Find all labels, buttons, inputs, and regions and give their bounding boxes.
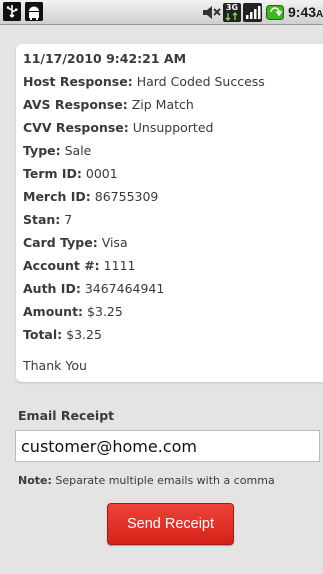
clock: 9:43AM bbox=[288, 4, 323, 20]
receipt-row-type: Type: Sale bbox=[23, 143, 91, 159]
clock-ampm: AM bbox=[316, 9, 323, 20]
mute-icon bbox=[201, 4, 221, 21]
field-value: Sale bbox=[64, 143, 92, 158]
field-value: Zip Match bbox=[131, 97, 194, 112]
field-label: Auth ID: bbox=[23, 281, 81, 296]
usb-icon bbox=[3, 2, 21, 21]
receipt-row-term-id: Term ID: 0001 bbox=[23, 166, 118, 182]
send-receipt-button[interactable]: Send Receipt bbox=[107, 503, 234, 545]
field-value: Unsupported bbox=[132, 120, 214, 135]
field-value: Visa bbox=[101, 235, 128, 250]
field-label: Account #: bbox=[23, 258, 100, 273]
field-label: Host Response: bbox=[23, 74, 133, 89]
receipt-thank-you: Thank You bbox=[23, 358, 87, 373]
field-value: 0001 bbox=[85, 166, 118, 181]
3g-icon: 3G bbox=[223, 3, 241, 22]
receipt-row-amount: Amount: $3.25 bbox=[23, 304, 123, 320]
field-label: Amount: bbox=[23, 304, 84, 319]
receipt-row-cvv-response: CVV Response: Unsupported bbox=[23, 120, 213, 136]
field-label: Merch ID: bbox=[23, 189, 91, 204]
clock-time: 9:43 bbox=[288, 4, 317, 20]
note-text: Separate multiple emails with a comma bbox=[55, 474, 275, 487]
receipt-row-stan: Stan: 7 bbox=[23, 212, 72, 228]
receipt-row-total: Total: $3.25 bbox=[23, 327, 102, 343]
field-label: Card Type: bbox=[23, 235, 98, 250]
field-value: Hard Coded Success bbox=[136, 74, 265, 89]
receipt-row-host-response: Host Response: Hard Coded Success bbox=[23, 74, 265, 90]
field-label: CVV Response: bbox=[23, 120, 129, 135]
field-value: 86755309 bbox=[94, 189, 159, 204]
note-label: Note: bbox=[18, 474, 52, 487]
receipt-row-account: Account #: 1111 bbox=[23, 258, 135, 274]
receipt-datetime: 11/17/2010 9:42:21 AM bbox=[23, 51, 187, 66]
receipt-card: 11/17/2010 9:42:21 AM Host Response: Har… bbox=[16, 44, 323, 382]
signal-icon bbox=[243, 3, 262, 22]
battery-icon bbox=[266, 5, 285, 20]
field-label: Type: bbox=[23, 143, 61, 158]
status-bar: 3G 9:43AM bbox=[0, 0, 323, 25]
email-receipt-label: Email Receipt bbox=[18, 408, 115, 423]
field-label: AVS Response: bbox=[23, 97, 128, 112]
email-note: Note: Separate multiple emails with a co… bbox=[18, 474, 275, 487]
field-label: Total: bbox=[23, 327, 63, 342]
receipt-row-card-type: Card Type: Visa bbox=[23, 235, 128, 251]
field-label: Term ID: bbox=[23, 166, 82, 181]
field-value: $3.25 bbox=[87, 304, 123, 319]
field-value: 3467464941 bbox=[84, 281, 165, 296]
field-label: Stan: bbox=[23, 212, 61, 227]
receipt-row-avs-response: AVS Response: Zip Match bbox=[23, 97, 194, 113]
email-input[interactable] bbox=[15, 430, 320, 462]
android-debug-icon bbox=[25, 2, 43, 21]
network-label: 3G bbox=[225, 3, 239, 12]
receipt-row-auth-id: Auth ID: 3467464941 bbox=[23, 281, 164, 297]
field-value: $3.25 bbox=[66, 327, 102, 342]
field-value: 7 bbox=[64, 212, 73, 227]
receipt-row-merch-id: Merch ID: 86755309 bbox=[23, 189, 158, 205]
field-value: 1111 bbox=[103, 258, 136, 273]
